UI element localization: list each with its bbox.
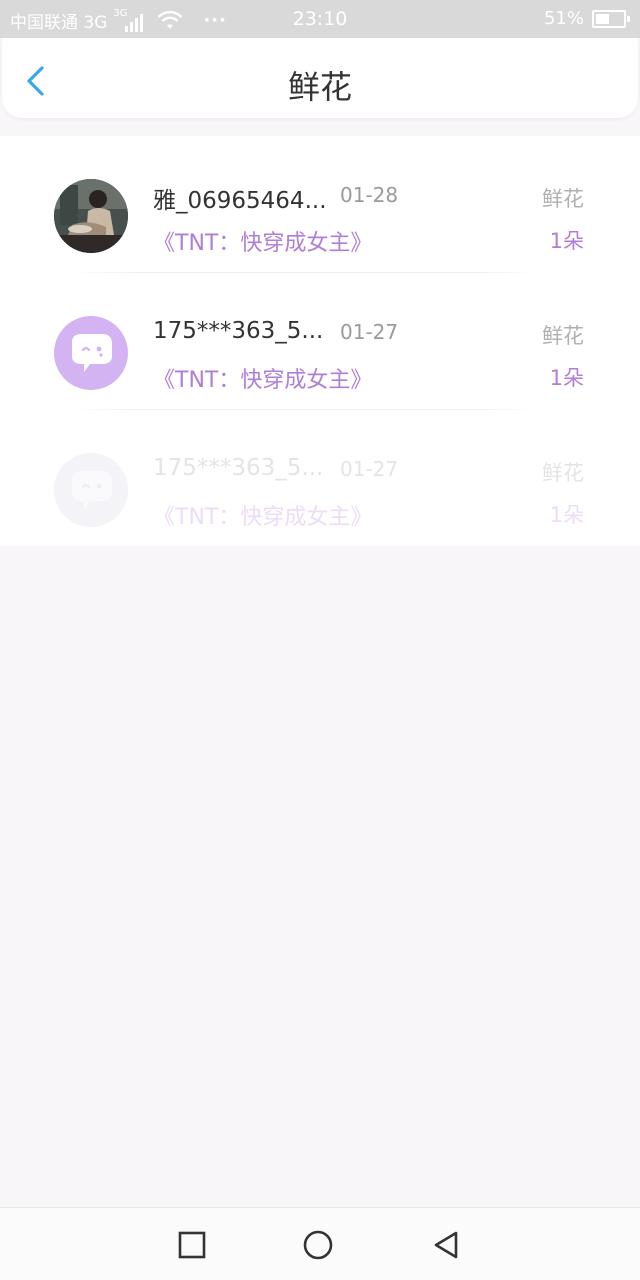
chat-bubble-icon bbox=[72, 471, 112, 509]
book-title-link[interactable]: 《TNT：快穿成女主》 bbox=[153, 362, 372, 394]
default-avatar[interactable] bbox=[54, 316, 128, 390]
photo-avatar[interactable] bbox=[54, 179, 128, 253]
book-title-link[interactable]: 《TNT：快穿成女主》 bbox=[153, 499, 372, 531]
header-bar: 鲜花 bbox=[2, 38, 638, 118]
gift-date: 01-27 bbox=[340, 320, 399, 344]
list-item[interactable]: 175***363_5... 01-27 鲜花 《TNT：快穿成女主》 1朵 bbox=[0, 273, 640, 410]
chat-bubble-icon bbox=[72, 334, 112, 372]
battery-percent: 51% bbox=[543, 8, 584, 29]
user-name: 175***363_5... bbox=[153, 318, 324, 344]
battery-icon bbox=[592, 9, 630, 28]
recent-apps-icon[interactable] bbox=[177, 1230, 207, 1260]
status-bar: 中国联通 3G 3G ··· 23:10 51% bbox=[0, 0, 640, 38]
user-name: 雅_06965464... bbox=[153, 188, 327, 214]
gift-type: 鲜花 bbox=[542, 324, 584, 348]
gift-date: 01-27 bbox=[340, 457, 399, 481]
gift-count: 1朵 bbox=[549, 366, 584, 390]
list-item[interactable]: 雅_06965464... 01-28 鲜花 《TNT：快穿成女主》 1朵 bbox=[0, 136, 640, 273]
photo-avatar-image bbox=[54, 179, 128, 253]
home-icon[interactable] bbox=[303, 1230, 333, 1260]
gift-type: 鲜花 bbox=[542, 461, 584, 485]
user-name: 175***363_5... bbox=[153, 455, 324, 481]
list-item[interactable]: 175***363_5... 01-27 鲜花 《TNT：快穿成女主》 1朵 bbox=[0, 410, 640, 547]
gift-count: 1朵 bbox=[549, 503, 584, 527]
gift-type: 鲜花 bbox=[542, 187, 584, 211]
status-right: 51% bbox=[543, 8, 630, 29]
back-icon[interactable] bbox=[431, 1230, 461, 1260]
page-title: 鲜花 bbox=[287, 68, 352, 106]
flower-records-list: 雅_06965464... 01-28 鲜花 《TNT：快穿成女主》 1朵 17… bbox=[0, 136, 640, 546]
default-avatar[interactable] bbox=[54, 453, 128, 527]
gift-count: 1朵 bbox=[549, 229, 584, 253]
system-nav-bar bbox=[0, 1207, 640, 1280]
gift-date: 01-28 bbox=[340, 183, 399, 207]
book-title-link[interactable]: 《TNT：快穿成女主》 bbox=[153, 225, 372, 257]
